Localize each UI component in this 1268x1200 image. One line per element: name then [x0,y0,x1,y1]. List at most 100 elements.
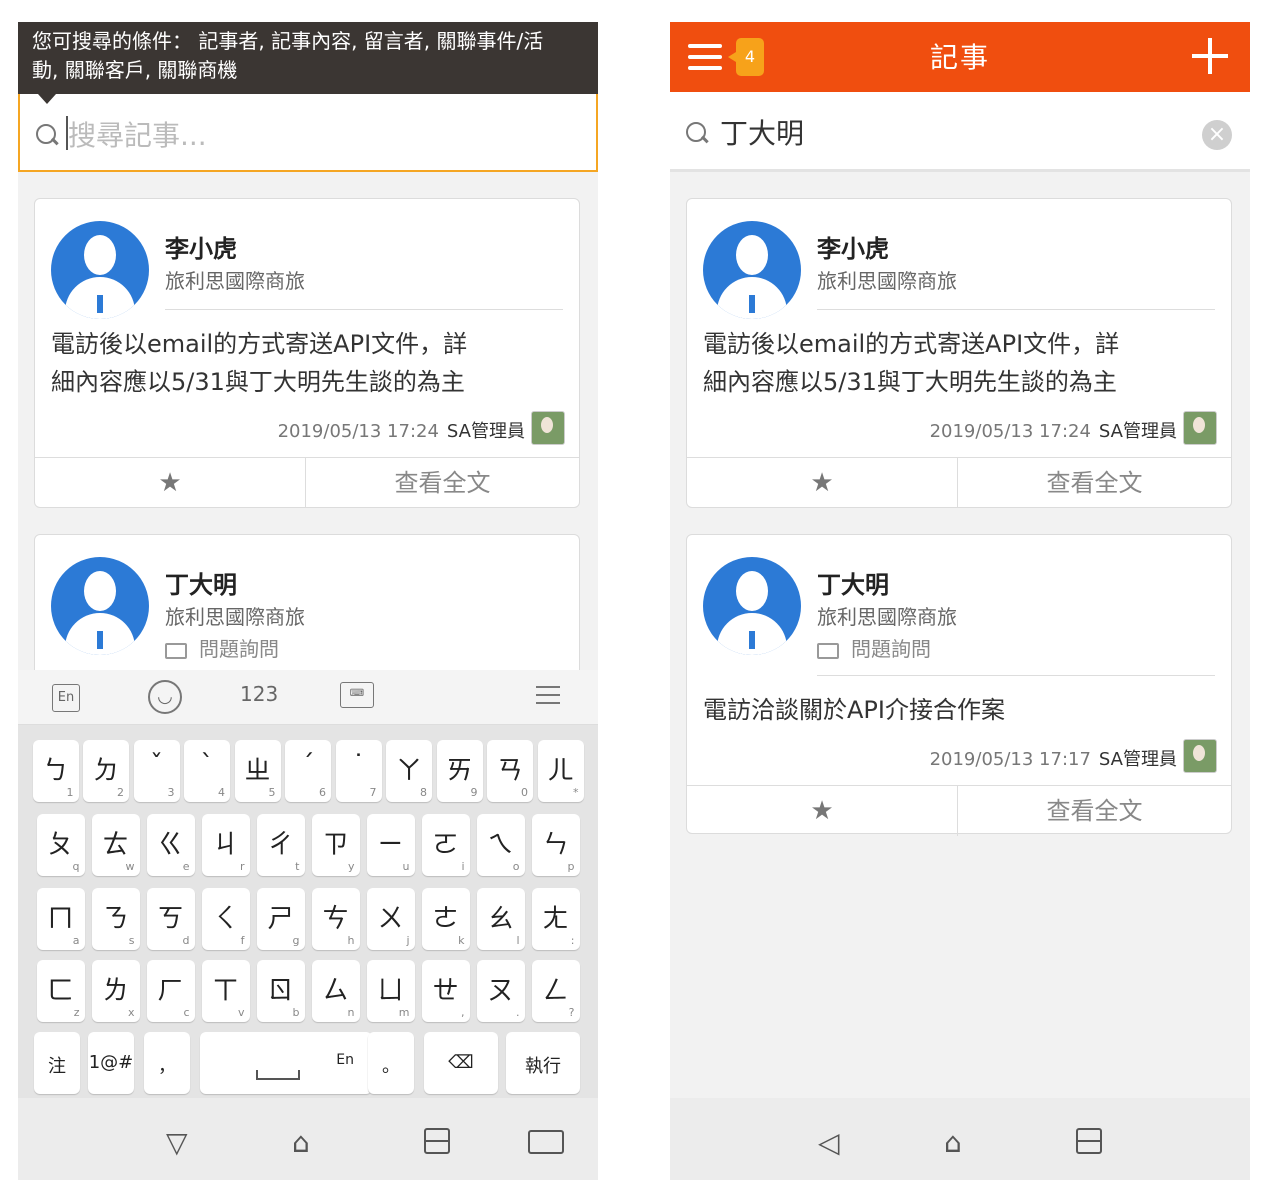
home-icon[interactable]: ⌂ [944,1126,962,1159]
view-all-button[interactable]: 查看全文 [958,786,1231,836]
keyboard-key[interactable]: ㄉ2 [83,740,129,802]
keyboard-key[interactable]: ㄗy [311,814,360,876]
keyboard-key[interactable]: ㄢ0 [487,740,533,802]
keyboard-key[interactable]: ㄕg [256,888,305,950]
key-sub-label: z [73,1006,80,1019]
keyboard-key[interactable]: ㄓ5 [234,740,281,802]
symbols-key[interactable]: 1@# [88,1032,134,1094]
keyboard-key[interactable]: ㄔt [256,814,305,876]
back-icon[interactable]: ▽ [166,1126,188,1159]
plus-icon[interactable] [1192,38,1228,74]
keyboard-key[interactable]: ㄜk [421,888,470,950]
key-glyph: ㄎ [157,904,184,934]
keyboard-key[interactable]: ㄖb [256,960,305,1022]
key-sub-label: d [182,934,190,947]
recents-icon[interactable] [1076,1128,1102,1154]
note-content-line: 細內容應以5/31與丁大明先生談的為主 [51,368,465,396]
zhuyin-key[interactable]: 注 [34,1032,80,1094]
view-all-button[interactable]: 查看全文 [958,458,1231,508]
keyboard-key[interactable]: ㄊw [91,814,140,876]
note-content-line: 電訪後以email的方式寄送API文件，詳 [51,330,468,358]
space-key[interactable]: En [200,1032,372,1094]
keyboard-key[interactable]: ㄌx [91,960,140,1022]
keyboard-key[interactable]: ㄒv [201,960,250,1022]
home-icon[interactable]: ⌂ [292,1126,310,1159]
comma-key[interactable]: ， [144,1032,190,1094]
keyboard-key[interactable]: ㄅ1 [32,740,79,802]
keyboard-key[interactable]: ㄎd [146,888,195,950]
key-glyph: ㄉ [92,756,119,786]
keyboard-key[interactable]: ㄆq [36,814,85,876]
key-sub-label: v [237,1006,245,1019]
keyboard-key[interactable]: ㄥ? [531,960,580,1022]
writer-avatar [531,411,565,445]
note-content: 電訪後以email的方式寄送API文件，詳 細內容應以5/31與丁大明先生談的為… [51,325,559,401]
recents-icon[interactable] [424,1128,450,1154]
backspace-key[interactable]: ⌫ [424,1032,498,1094]
star-icon[interactable]: ★ [687,786,958,836]
key-sub-label: 6 [319,786,326,799]
back-icon[interactable]: ◁ [818,1126,840,1159]
key-glyph: ㄌ [102,976,129,1006]
keyboard-key[interactable]: ㄡ. [476,960,525,1022]
key-sub-label: 8 [420,786,427,799]
key-glyph: ㄕ [267,904,294,934]
keyboard-key[interactable]: ˇ3 [133,740,180,802]
keyboard-hide-icon[interactable]: ⌨ [340,682,374,708]
note-card[interactable]: 丁大明 旅利思國際商旅 問題詢問 電訪洽談關於API介接合作案 2019/05/… [686,534,1232,836]
page-title: 記事 [929,41,990,74]
keyboard-key[interactable]: ㄦ * [537,740,584,802]
numbers-key[interactable]: 123 [240,682,278,706]
enter-key[interactable]: 執行 [506,1032,580,1094]
key-sub-label: 2 [117,786,124,799]
keyboard-key[interactable]: ㄘh [311,888,360,950]
keyboard-key[interactable]: ㄞ9 [436,740,483,802]
language-switch-icon[interactable]: En [52,684,80,712]
period-key[interactable]: 。 [368,1032,414,1094]
clear-icon[interactable]: × [1202,120,1232,150]
keyboard-key[interactable]: ㄝ, [421,960,470,1022]
keyboard-key[interactable]: ㄑf [201,888,250,950]
keyboard-key[interactable]: ㄈz [36,960,85,1022]
keyboard-menu-icon[interactable] [536,686,560,706]
keyboard-key[interactable]: ㄩm [366,960,415,1022]
keyboard-key[interactable]: ㄋs [91,888,140,950]
search-input[interactable]: 搜尋記事... [68,114,207,154]
keyboard-key[interactable]: ㄏc [146,960,195,1022]
app-bar: 4 記事 [670,22,1250,92]
key-sub-label: ? [568,1006,575,1019]
key-sub-label: c [183,1006,190,1019]
key-glyph: ㄥ [542,976,569,1006]
card-actions: ★ 查看全文 [687,785,1231,836]
avatar [703,557,801,655]
keyboard-key[interactable]: ㄨj [366,888,415,950]
key-glyph: ㄇ [47,904,74,934]
search-input[interactable]: 丁大明 [720,112,804,152]
note-card[interactable]: 李小虎 旅利思國際商旅 電訪後以email的方式寄送API文件，詳 細內容應以5… [34,198,580,508]
divider [165,309,563,310]
key-glyph: ㄦ [547,756,574,786]
keyboard-key[interactable]: ㄠl [476,888,525,950]
keyboard-key[interactable]: ㄚ8 [386,740,432,802]
keyboard-key[interactable]: ㄐr [201,814,250,876]
keyboard-key[interactable]: ㄇa [36,888,85,950]
keyboard-icon[interactable] [528,1130,564,1154]
keyboard-key[interactable]: ㄣp [531,814,580,876]
view-all-button[interactable]: 查看全文 [306,458,579,508]
star-icon[interactable]: ★ [687,458,958,508]
keyboard-key[interactable]: ㄛi [421,814,470,876]
key-glyph: ㄩ [377,976,404,1006]
keyboard-key[interactable]: ㄍe [146,814,195,876]
keyboard-key[interactable]: ㄧu [366,814,415,876]
note-card[interactable]: 李小虎 旅利思國際商旅 電訪後以email的方式寄送API文件，詳 細內容應以5… [686,198,1232,508]
keyboard-key[interactable]: ㄤ: [531,888,580,950]
keyboard-key[interactable]: ˊ6 [285,740,331,802]
keyboard-key[interactable]: ㄟo [476,814,525,876]
star-icon[interactable]: ★ [35,458,306,508]
key-glyph: ㄠ [487,904,514,934]
keyboard-key[interactable]: ˋ4 [184,740,230,802]
keyboard-key[interactable]: ㄙn [311,960,360,1022]
emoji-icon[interactable]: ◡ [148,680,182,714]
keyboard-key[interactable]: ˙ 7 [335,740,382,802]
key-glyph: ㄢ [496,756,523,786]
